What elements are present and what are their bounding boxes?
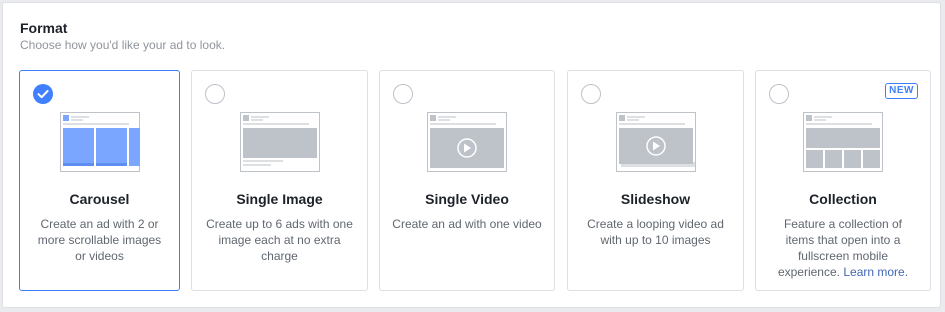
card-description: Feature a collection of items that open …	[768, 216, 918, 280]
radio-checked-icon[interactable]	[33, 84, 53, 104]
card-title: Collection	[809, 191, 877, 207]
card-title: Single Image	[236, 191, 323, 207]
card-title: Slideshow	[620, 191, 691, 207]
section-title: Format	[20, 20, 68, 36]
card-description: Create up to 6 ads with one image each a…	[206, 217, 353, 263]
card-description: Create an ad with 2 or more scrollable i…	[37, 217, 162, 263]
radio-unchecked-icon[interactable]	[769, 84, 789, 104]
radio-unchecked-icon[interactable]	[393, 84, 413, 104]
collection-icon	[803, 112, 883, 172]
radio-unchecked-icon[interactable]	[581, 84, 601, 104]
card-description: Create an ad with one video	[392, 217, 542, 231]
format-card-single-video[interactable]: Single Video Create an ad with one video	[379, 70, 555, 291]
radio-unchecked-icon[interactable]	[205, 84, 225, 104]
carousel-icon	[59, 112, 140, 172]
format-card-slideshow[interactable]: Slideshow Create a looping video ad with…	[567, 70, 744, 291]
card-description: Create a looping video ad with up to 10 …	[587, 217, 724, 247]
learn-more-link[interactable]: Learn more.	[843, 265, 908, 279]
slideshow-icon	[615, 112, 696, 172]
section-subtitle: Choose how you'd like your ad to look.	[20, 38, 226, 52]
new-badge: NEW	[885, 83, 918, 99]
single-image-icon	[239, 112, 320, 172]
single-video-icon	[427, 112, 507, 172]
format-card-carousel[interactable]: Carousel Create an ad with 2 or more scr…	[19, 70, 180, 291]
format-section: Format Choose how you'd like your ad to …	[2, 2, 941, 308]
card-title: Single Video	[425, 191, 509, 207]
format-card-single-image[interactable]: Single Image Create up to 6 ads with one…	[191, 70, 368, 291]
card-title: Carousel	[69, 191, 130, 207]
format-card-collection[interactable]: NEW Collection Feature a collection of i…	[755, 70, 931, 291]
